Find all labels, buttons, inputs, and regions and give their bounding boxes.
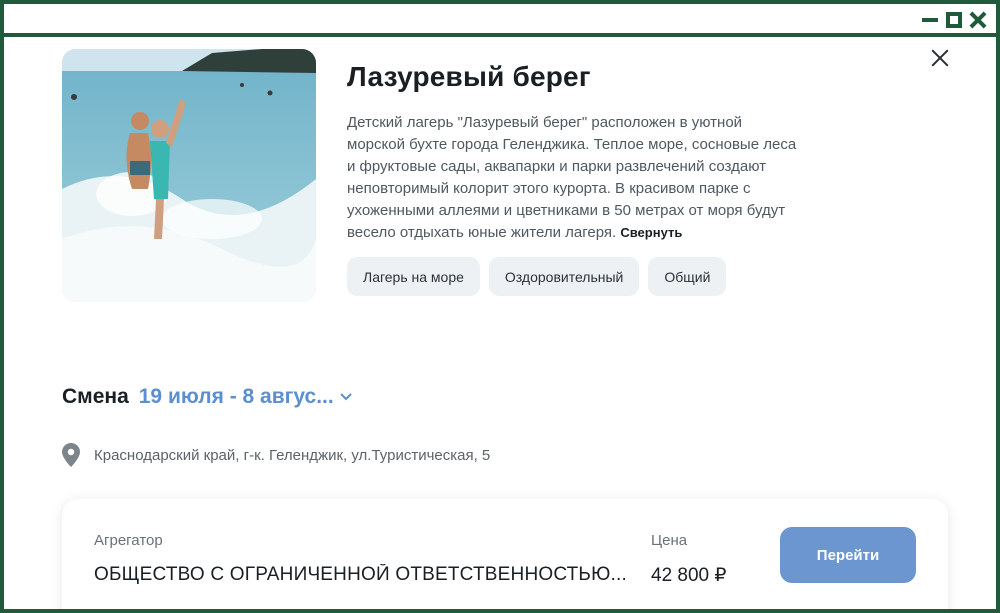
camp-title: Лазуревый берег xyxy=(347,61,591,92)
price-value: 42 800 ₽ xyxy=(651,565,727,586)
camp-description-text: Детский лагерь "Лазуревый берег" располо… xyxy=(347,114,797,241)
location-pin-icon xyxy=(62,443,80,467)
aggregator-label: Агрегатор xyxy=(94,532,163,549)
tag-health[interactable]: Оздоровительный xyxy=(488,257,640,296)
window-controls xyxy=(920,10,988,30)
tag-sea-camp[interactable]: Лагерь на море xyxy=(347,257,480,296)
price-label: Цена xyxy=(651,532,688,549)
close-icon[interactable] xyxy=(929,47,951,69)
minimize-icon[interactable] xyxy=(920,10,940,30)
aggregator-value: ОБЩЕСТВО С ОГРАНИЧЕННОЙ ОТВЕТСТВЕННОСТЬЮ… xyxy=(94,564,627,585)
camp-tags: Лагерь на море Оздоровительный Общий xyxy=(347,257,727,296)
camp-modal: Лазуревый берег Детский лагерь "Лазуревы… xyxy=(4,37,996,609)
camp-description: Детский лагерь "Лазуревый берег" располо… xyxy=(347,112,797,244)
address-text: Краснодарский край, г-к. Геленджик, ул.Т… xyxy=(94,446,491,464)
go-button[interactable]: Перейти xyxy=(780,527,916,583)
window-close-icon[interactable] xyxy=(968,10,988,30)
session-label: Смена xyxy=(62,385,129,408)
chevron-down-icon xyxy=(340,393,352,401)
session-row: Смена 19 июля - 8 авгус... xyxy=(62,385,352,409)
address-row: Краснодарский край, г-к. Геленджик, ул.Т… xyxy=(62,443,490,467)
session-value: 19 июля - 8 авгус... xyxy=(138,385,334,408)
tag-general[interactable]: Общий xyxy=(648,257,727,296)
camp-photo xyxy=(62,49,316,302)
session-dropdown[interactable]: 19 июля - 8 авгус... xyxy=(139,385,352,409)
offer-card: Агрегатор ОБЩЕСТВО С ОГРАНИЧЕННОЙ ОТВЕТС… xyxy=(62,499,948,609)
maximize-icon[interactable] xyxy=(944,10,964,30)
collapse-link[interactable]: Свернуть xyxy=(620,225,682,240)
window-titlebar xyxy=(4,4,996,37)
